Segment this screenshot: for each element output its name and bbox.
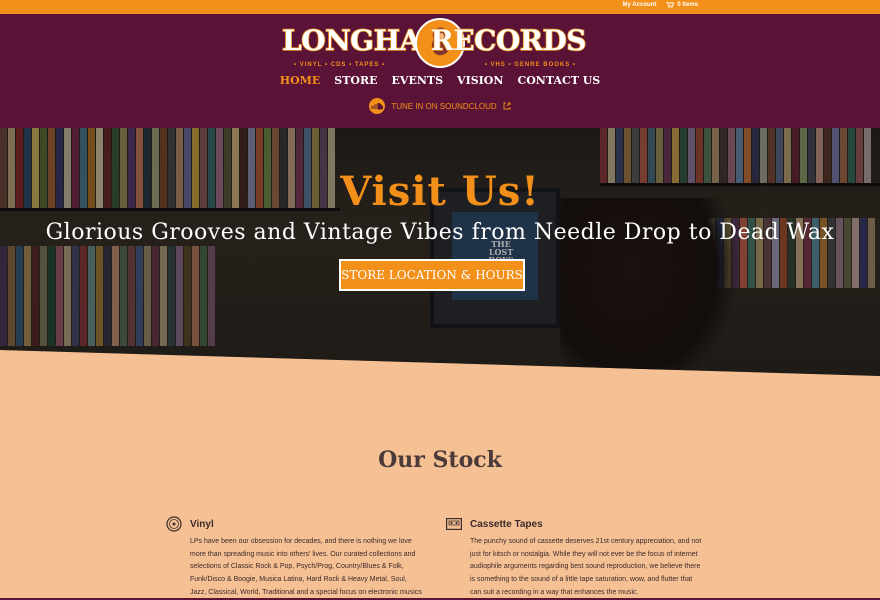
soundcloud-icon <box>369 98 386 114</box>
site-logo[interactable]: LONGHAIR RECORDS • VINYL • CDS • TAPES •… <box>281 18 588 82</box>
site-header: LONGHAIR RECORDS • VINYL • CDS • TAPES •… <box>0 14 880 128</box>
soundcloud-link[interactable]: TUNE IN ON SOUNDCLOUD <box>0 98 880 114</box>
nav-vision[interactable]: VISION <box>457 74 503 87</box>
logo-tagline-right: • VHS • GENRE BOOKS • <box>484 62 576 68</box>
logo-tagline-left: • VINYL • CDS • TAPES • <box>294 62 386 68</box>
nav-store[interactable]: STORE <box>334 74 377 87</box>
cart-count: 0 Items <box>677 2 698 8</box>
hero-title: Visit Us! <box>340 168 540 215</box>
vinyl-description: LPs have been our obsession for decades,… <box>190 538 422 596</box>
soundcloud-label: TUNE IN ON SOUNDCLOUD <box>391 101 497 111</box>
nav-events[interactable]: EVENTS <box>392 74 444 87</box>
cassette-tape-icon <box>446 518 462 530</box>
vinyl-title: Vinyl <box>190 518 214 530</box>
store-location-hours-button[interactable]: STORE LOCATION & HOURS <box>339 259 525 291</box>
cart-link[interactable]: 0 Items <box>666 2 698 8</box>
my-account-link[interactable]: My Account <box>623 2 657 8</box>
cassette-card: Cassette Tapes The punchy sound of casse… <box>446 516 702 600</box>
hero-banner: THE LOST BOYS Visit Us! Glorious Grooves… <box>0 128 880 376</box>
hero-subtitle: Glorious Grooves and Vintage Vibes from … <box>45 220 835 245</box>
cart-icon <box>666 2 675 8</box>
cassette-title: Cassette Tapes <box>470 518 543 530</box>
vinyl-record-icon <box>166 516 182 532</box>
vinyl-card: Vinyl LPs have been our obsession for de… <box>166 516 422 600</box>
main-nav: HOME STORE EVENTS VISION CONTACT US <box>0 74 880 87</box>
nav-contact-us[interactable]: CONTACT US <box>517 74 600 87</box>
external-link-icon <box>503 102 511 110</box>
top-bar: My Account 0 Items <box>0 0 880 14</box>
cassette-description: The punchy sound of cassette deserves 21… <box>470 538 702 596</box>
logo-word-right: RECORDS <box>430 23 588 58</box>
our-stock-heading: Our Stock <box>378 447 502 473</box>
nav-home[interactable]: HOME <box>280 74 321 87</box>
